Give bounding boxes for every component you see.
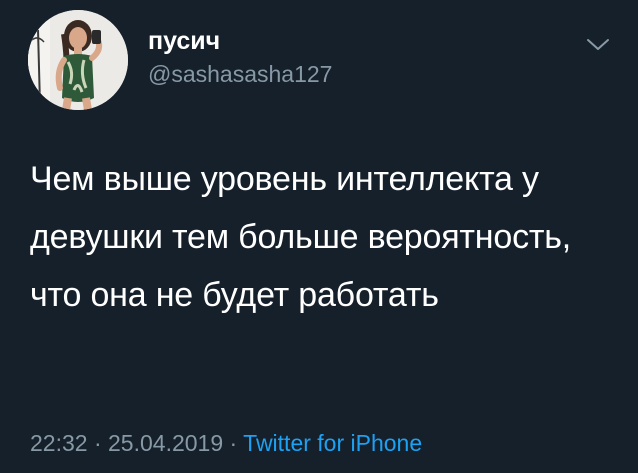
meta-separator: · (223, 430, 244, 456)
tweet-text: Чем выше уровень интеллекта у девушки те… (30, 160, 572, 314)
display-name[interactable]: пусич (148, 26, 220, 56)
meta-separator: · (87, 430, 109, 456)
user-handle[interactable]: @sashasasha127 (148, 60, 332, 88)
tweet-date[interactable]: 25.04.2019 (108, 430, 223, 456)
avatar[interactable] (28, 10, 128, 110)
avatar-image (28, 10, 128, 110)
tweet-source-link[interactable]: Twitter for iPhone (243, 430, 422, 456)
tweet-time[interactable]: 22:32 (30, 430, 88, 456)
tweet-meta: 22:32 · 25.04.2019 · Twitter for iPhone (30, 428, 422, 458)
chevron-down-icon[interactable] (584, 34, 612, 54)
tweet-card: пусич @sashasasha127 Чем выше уровень ин… (0, 0, 638, 473)
